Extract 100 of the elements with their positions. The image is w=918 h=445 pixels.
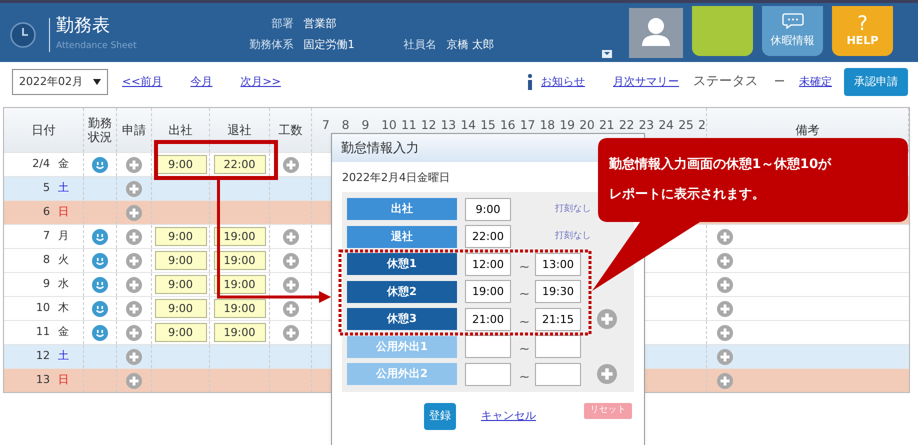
time-field[interactable]: 9:00 (154, 227, 206, 246)
plus-icon[interactable] (126, 252, 142, 268)
plus-icon[interactable] (717, 324, 733, 340)
nav-link[interactable]: <<前月 (122, 74, 162, 90)
date-text: 5 (43, 180, 50, 196)
field-label: 社員名 (404, 36, 437, 52)
hour-label: 20 (579, 117, 596, 134)
field-label: 勤務体系 (248, 36, 294, 52)
column-header: 勤務状況 (87, 116, 113, 144)
time-input[interactable] (535, 335, 581, 358)
plus-icon[interactable] (282, 228, 298, 244)
hour-label: 15 (480, 117, 497, 134)
register-button[interactable]: 登録 (424, 403, 456, 430)
plus-icon[interactable] (126, 348, 142, 364)
time-field[interactable]: 22:00 (214, 155, 266, 174)
clock-icon (10, 22, 36, 48)
weekday-text: 日 (58, 372, 69, 388)
nav-link[interactable]: 今月 (190, 74, 212, 90)
weekday-text: 火 (58, 252, 69, 268)
time-field[interactable]: 9:00 (154, 251, 206, 270)
plus-icon[interactable] (597, 309, 617, 330)
hour-label: 14 (460, 117, 477, 134)
plus-icon[interactable] (282, 156, 298, 172)
plus-icon[interactable] (126, 180, 142, 196)
plus-icon[interactable] (282, 324, 298, 340)
time-field[interactable]: 19:00 (214, 299, 266, 318)
status-link[interactable]: 未確定 (799, 74, 832, 90)
time-field[interactable]: 9:00 (154, 275, 206, 294)
tile-button[interactable] (692, 6, 753, 56)
time-input[interactable] (535, 362, 581, 386)
date-text: 6 (43, 204, 50, 220)
summary-link[interactable]: 月次サマリー (613, 74, 679, 90)
hour-label: 11 (401, 117, 418, 134)
hour-label: 22 (618, 117, 636, 134)
plus-icon[interactable] (126, 372, 142, 388)
app-subtitle: Attendance Sheet (56, 40, 137, 53)
hour-label: 21 (599, 117, 616, 134)
plus-icon[interactable] (126, 300, 142, 316)
date-text: 2/4 (32, 156, 50, 172)
submit-button[interactable]: 承認申請 (844, 68, 908, 96)
plus-icon[interactable] (126, 156, 142, 172)
time-input[interactable]: 9:00 (465, 198, 511, 221)
plus-icon[interactable] (717, 300, 733, 316)
weekday-text: 木 (58, 300, 69, 316)
time-input[interactable]: 19:00 (465, 280, 511, 304)
avatar-icon[interactable] (629, 8, 683, 58)
hour-label: 23 (638, 117, 656, 134)
time-field[interactable]: 19:00 (214, 251, 266, 270)
date-text: 11 (36, 324, 50, 340)
column-header: 申請 (122, 122, 146, 139)
field-label-button[interactable]: 休憩3 (347, 308, 457, 330)
hour-label: 18 (540, 117, 556, 134)
time-field[interactable]: 19:00 (214, 227, 266, 246)
hour-label: 12 (420, 117, 438, 134)
plus-icon[interactable] (717, 228, 733, 244)
plus-icon[interactable] (126, 228, 142, 244)
column-header: 日付 (32, 122, 56, 139)
plus-icon[interactable] (717, 348, 733, 364)
weekday-text: 水 (58, 276, 69, 292)
dropdown-icon[interactable] (602, 50, 612, 58)
plus-icon[interactable] (717, 252, 733, 268)
plus-icon[interactable] (126, 204, 142, 220)
month-select[interactable]: 2022年02月 (12, 69, 108, 95)
plus-icon[interactable] (282, 276, 298, 292)
hour-label: 17 (520, 117, 536, 134)
plus-icon[interactable] (717, 372, 733, 388)
time-input[interactable]: 21:00 (465, 308, 511, 331)
time-input[interactable]: 19:30 (535, 280, 581, 304)
time-input[interactable]: 12:00 (465, 252, 511, 276)
stamp-note: 打刻なし (555, 202, 591, 216)
time-input[interactable]: 21:15 (535, 308, 581, 331)
plus-icon[interactable] (597, 364, 617, 384)
plus-icon[interactable] (282, 252, 298, 268)
date-text: 13 (36, 372, 50, 388)
range-separator: ~ (519, 314, 527, 332)
dialog-date: 2022年2月4日金曜日 (342, 171, 450, 184)
time-input[interactable] (465, 362, 511, 386)
plus-icon[interactable] (126, 324, 142, 340)
time-field[interactable]: 9:00 (154, 299, 206, 318)
date-text: 8 (43, 252, 50, 268)
time-input[interactable]: 13:00 (535, 252, 581, 276)
weekday-text: 金 (58, 156, 69, 172)
notice-link[interactable]: お知らせ (541, 74, 585, 90)
plus-icon[interactable] (282, 300, 298, 316)
plus-icon[interactable] (126, 276, 142, 292)
time-field[interactable]: 9:00 (154, 323, 206, 342)
time-input[interactable] (465, 335, 511, 358)
stamp-note: 打刻なし (555, 230, 591, 243)
field-label-button[interactable]: 休憩2 (347, 280, 457, 303)
field-value: 営業部 (304, 16, 338, 32)
hour-label: 8 (342, 117, 350, 134)
nav-link[interactable]: 次月>> (240, 74, 281, 90)
field-label-button[interactable]: 休憩1 (347, 253, 457, 276)
time-field[interactable]: 19:00 (214, 323, 266, 342)
cancel-link[interactable]: キャンセル (481, 408, 536, 424)
time-field[interactable]: 19:00 (214, 275, 266, 294)
hour-label: 25 (678, 117, 695, 134)
column-header: 備考 (796, 122, 820, 139)
time-input[interactable]: 22:00 (465, 225, 511, 248)
plus-icon[interactable] (717, 276, 733, 292)
